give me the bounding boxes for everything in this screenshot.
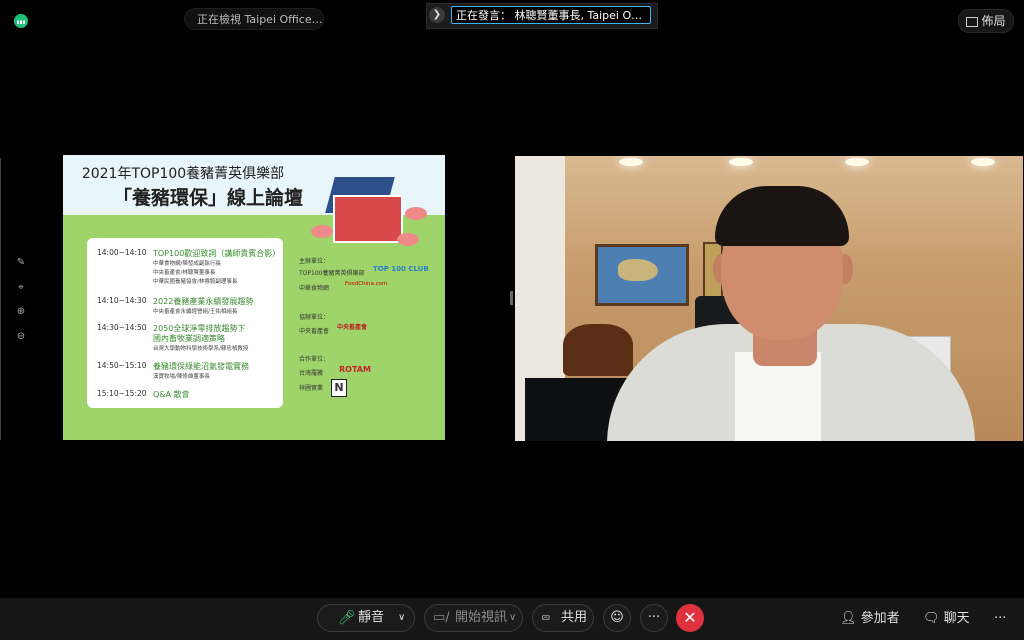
mute-label: 靜音 bbox=[358, 610, 385, 625]
speaker-hair bbox=[715, 186, 849, 246]
partner-logo: N bbox=[331, 379, 347, 397]
schedule-time: 15:10~15:20 bbox=[97, 389, 147, 398]
schedule-time: 14:10~14:30 bbox=[97, 296, 147, 305]
ceiling-light bbox=[729, 158, 753, 166]
schedule-speaker: 中央畜產會/林聰賢董事長 bbox=[153, 270, 216, 276]
ceiling-light bbox=[619, 158, 643, 166]
schedule-heading: 2022養豬產業永續發展趨勢 bbox=[153, 297, 254, 306]
host-label: 主辦單位： bbox=[299, 258, 330, 265]
rotam-logo: ROTAM bbox=[339, 365, 371, 374]
split-resize-handle[interactable] bbox=[510, 291, 513, 305]
slide-title-line2: 「養豬環保」線上論壇 bbox=[113, 187, 304, 209]
chevron-down-icon[interactable]: ∨ bbox=[398, 605, 405, 631]
reactions-icon[interactable]: ☺ bbox=[603, 604, 631, 632]
co-organizer: 中央畜產會 bbox=[299, 328, 330, 335]
start-video-label: 開始視訊 bbox=[455, 610, 508, 625]
schedule-speaker: 中華食物網/陳發成副執行長 bbox=[153, 261, 221, 267]
partner-org: 祥圃實業 bbox=[299, 385, 324, 392]
viewing-indicator[interactable]: 正在檢視 Taipei Office Fo... bbox=[184, 8, 324, 30]
wall-map bbox=[595, 244, 689, 306]
co-organizer-label: 協辦單位： bbox=[299, 314, 330, 321]
start-video-button[interactable]: ▭∕ 開始視訊 ∨ bbox=[424, 604, 523, 632]
pointer-icon[interactable]: ⌖ bbox=[12, 279, 30, 297]
layout-label: 佈局 bbox=[981, 14, 1006, 28]
foodchina-logo: FoodChina.com bbox=[345, 281, 388, 287]
schedule-time: 14:00~14:10 bbox=[97, 248, 147, 257]
ceiling-light bbox=[845, 158, 869, 166]
barn-illustration bbox=[333, 195, 403, 243]
host-org: 中華食物網 bbox=[299, 285, 330, 292]
slide-title-line1: 2021年TOP100養豬菁英俱樂部 bbox=[81, 166, 285, 182]
host-org: TOP100養豬菁英俱樂部 bbox=[299, 270, 365, 277]
top100-logo: TOP 100 CLUB bbox=[373, 265, 429, 273]
layout-icon bbox=[966, 16, 979, 27]
partner-label: 合作單位： bbox=[299, 356, 330, 363]
pig-illustration bbox=[397, 233, 419, 246]
schedule-panel: 14:00~14:10 TOP100歡迎致詞（講師貴賓合影） 中華食物網/陳發成… bbox=[87, 238, 283, 408]
participants-button[interactable]: 👤︎ 參加者 bbox=[840, 610, 900, 628]
chat-button[interactable]: 🗨︎ 聊天 bbox=[923, 610, 970, 628]
chat-label: 聊天 bbox=[943, 611, 970, 626]
shared-screen: 2021年TOP100養豬菁英俱樂部 「養豬環保」線上論壇 14:00~14:1… bbox=[63, 155, 445, 440]
partner-org: 台灣羅騰 bbox=[299, 370, 324, 377]
share-button[interactable]: ⮹ 共用 bbox=[532, 604, 594, 632]
schedule-time: 14:30~14:50 bbox=[97, 323, 147, 332]
layout-button[interactable]: 佈局 bbox=[958, 9, 1014, 33]
wood-carving bbox=[563, 324, 633, 376]
more-options-button[interactable]: ··· bbox=[640, 604, 668, 632]
pig-illustration bbox=[405, 207, 427, 220]
share-screen-icon: ⮹ bbox=[541, 611, 551, 625]
schedule-speaker: 中華民國養豬協會/林睿毅副理事長 bbox=[153, 279, 238, 285]
schedule-speaker: 中央畜產會永續經營組/王佑相組長 bbox=[153, 309, 238, 315]
ceiling-light bbox=[971, 158, 995, 166]
schedule-heading: 養豬環保綠能沼氣發電實務 bbox=[153, 362, 249, 371]
participants-icon: 👤︎ bbox=[840, 611, 857, 626]
schedule-heading: TOP100歡迎致詞（講師貴賓合影） bbox=[153, 249, 281, 258]
zoom-in-icon[interactable]: ⊕ bbox=[12, 303, 30, 321]
chat-icon: 🗨︎ bbox=[923, 611, 940, 626]
schedule-heading: 國內畜牧業調適策略 bbox=[153, 334, 225, 343]
schedule-speaker: 台灣大學動物科學技術學系/蘇忠楨教授 bbox=[153, 346, 249, 352]
schedule-speaker: 漢寶牧場/陳修雄董事長 bbox=[153, 374, 210, 380]
share-label: 共用 bbox=[561, 610, 588, 625]
chevron-down-icon[interactable]: ∨ bbox=[509, 605, 516, 631]
participants-label: 參加者 bbox=[860, 611, 900, 626]
mute-button[interactable]: 🎤︎ 靜音 ∨ bbox=[317, 604, 415, 632]
signal-strength-icon[interactable] bbox=[14, 14, 28, 28]
end-call-button[interactable]: ✕ bbox=[676, 604, 704, 632]
microphone-icon: 🎤︎ bbox=[338, 610, 356, 626]
panel-edge bbox=[0, 158, 1, 440]
overflow-menu-button[interactable]: ··· bbox=[994, 610, 1006, 628]
annotate-icon[interactable]: ✎ bbox=[12, 254, 30, 272]
co-organizer-logo: 中央畜產會 bbox=[337, 324, 368, 331]
schedule-time: 14:50~15:10 bbox=[97, 361, 147, 370]
speaker-banner: ❯ 正在發言： 林聰賢董事長, Taipei Office F... bbox=[426, 3, 658, 29]
schedule-heading: Q&A 散會 bbox=[153, 390, 190, 399]
speaker-video bbox=[515, 156, 1023, 441]
active-speaker-label: 正在發言： 林聰賢董事長, Taipei Office F... bbox=[451, 6, 651, 24]
video-off-icon: ▭∕ bbox=[433, 610, 450, 625]
zoom-out-icon[interactable]: ⊖ bbox=[12, 328, 30, 346]
pig-illustration bbox=[311, 225, 333, 238]
chevron-right-icon[interactable]: ❯ bbox=[429, 7, 445, 23]
